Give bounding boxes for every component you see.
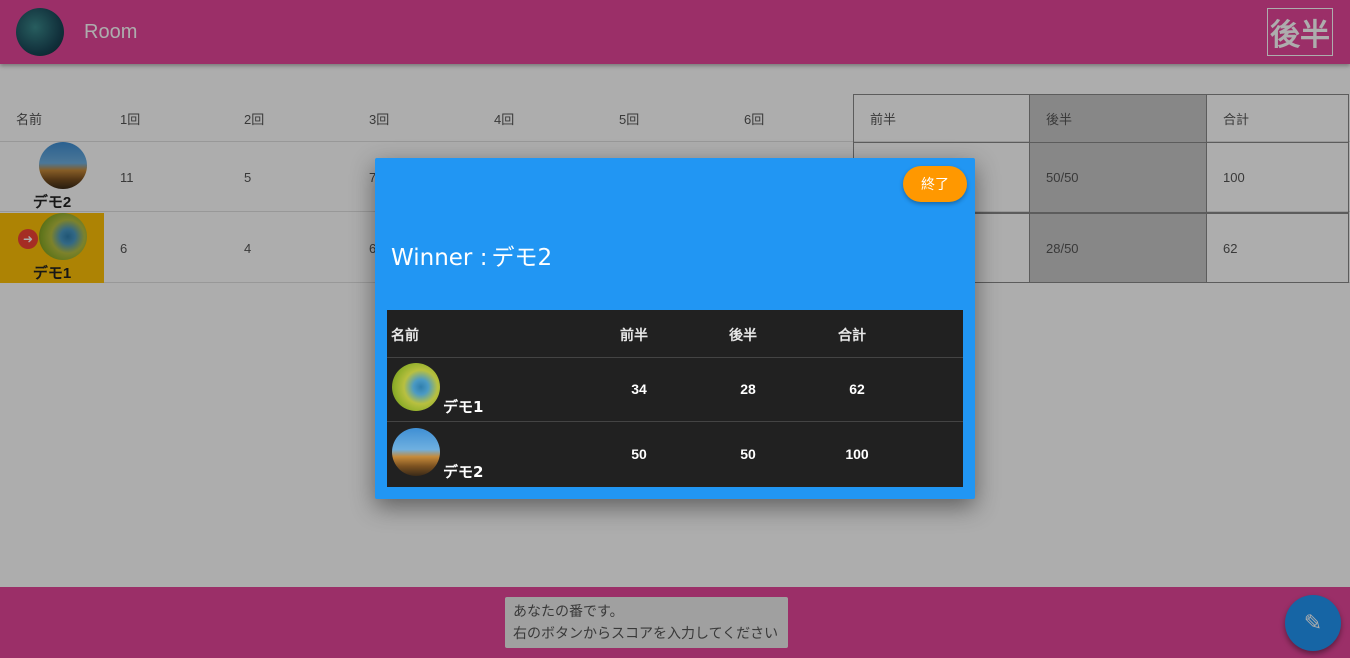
winner-name: デモ2 [491,245,553,271]
result-second-half: 50 [740,446,756,462]
avatar [392,363,440,411]
result-total: 100 [845,446,869,462]
result-dialog: 終了 Winner : デモ2 名前 前半 後半 合計 デモ1 34 28 62 … [375,158,975,499]
result-player-name: デモ1 [443,398,484,416]
result-header-total: 合計 [838,328,866,344]
winner-heading: Winner : デモ2 [391,238,552,272]
result-header-second-half: 後半 [729,328,757,344]
result-header-name: 名前 [391,328,419,344]
winner-label: Winner : [391,245,488,271]
table-row: デモ2 50 50 100 [387,423,963,487]
result-first-half: 50 [631,446,647,462]
result-header-first-half: 前半 [620,328,648,344]
result-table-header: 名前 前半 後半 合計 [387,310,963,358]
table-row: デモ1 34 28 62 [387,358,963,422]
result-second-half: 28 [740,381,756,397]
result-table: 名前 前半 後半 合計 デモ1 34 28 62 デモ2 50 50 100 [387,310,963,487]
result-first-half: 34 [631,381,647,397]
result-player-name: デモ2 [443,463,484,481]
avatar [392,428,440,476]
end-button[interactable]: 終了 [903,166,967,202]
result-total: 62 [849,381,865,397]
